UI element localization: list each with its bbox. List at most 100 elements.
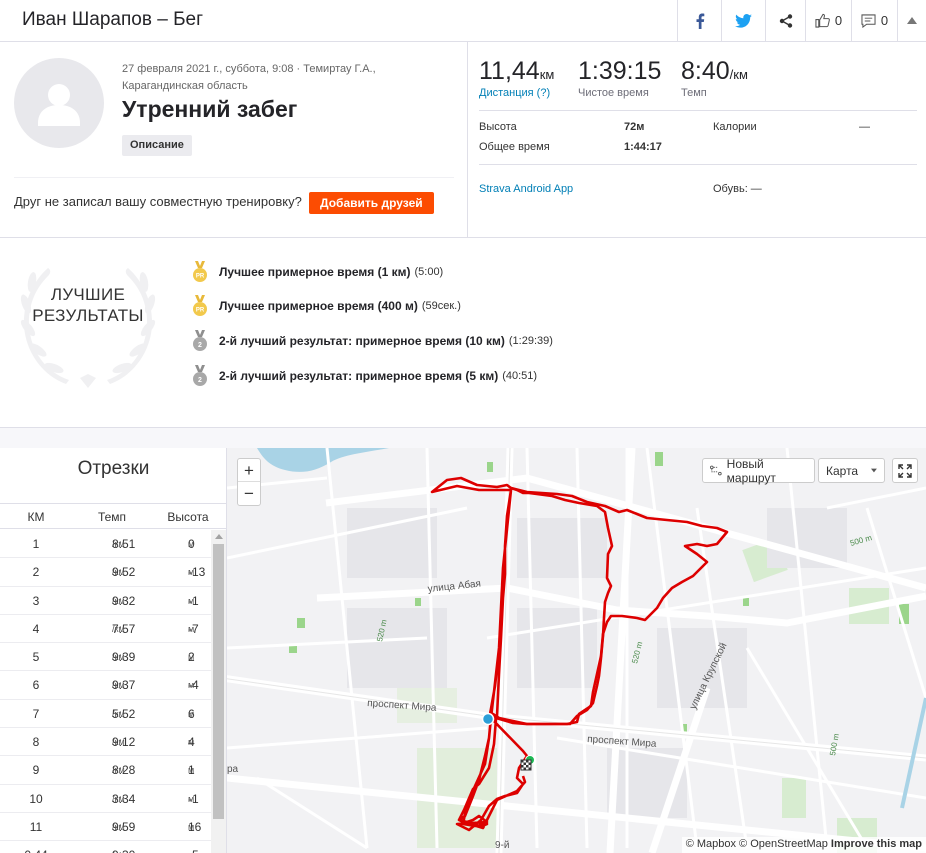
split-elev-unit: м: [188, 708, 195, 719]
split-pace-unit: /км: [112, 539, 125, 549]
split-elev-unit: м: [188, 793, 195, 804]
chevron-down-icon: [871, 468, 877, 473]
split-row[interactable]: 7 5:52 /км 6 м: [0, 700, 212, 729]
description-button[interactable]: Описание: [122, 135, 192, 156]
chevron-up-icon: [907, 17, 917, 24]
activity-summary: 27 февраля 2021 г., суббота, 9:08 · Теми…: [0, 42, 926, 238]
elevation-value: 72м: [624, 121, 645, 133]
elevation-label: Высота: [479, 121, 517, 133]
split-row[interactable]: 3 9:32 /км -1 м: [0, 587, 212, 615]
split-pace-unit: /км: [112, 652, 125, 663]
split-row[interactable]: 8 9:12 /км 4 м: [0, 728, 212, 757]
improve-map-link[interactable]: Improve this map: [831, 838, 922, 850]
split-row[interactable]: 1 8:51 /км 0 м: [0, 530, 212, 559]
device-link[interactable]: Strava Android App: [479, 183, 573, 195]
split-elev-unit: м: [188, 539, 195, 549]
silver-medal-icon: 2: [193, 365, 207, 386]
split-pace-unit: /км: [112, 680, 125, 691]
thumbs-up-icon: [815, 13, 830, 28]
pace-unit: /км: [729, 67, 748, 82]
split-pace-unit: /км: [112, 708, 125, 719]
stats-divider: [479, 164, 917, 165]
split-elev-unit: м: [188, 737, 195, 748]
kudos-button[interactable]: 0: [805, 0, 851, 41]
collapse-button[interactable]: [897, 0, 926, 41]
split-pace-unit: /км: [112, 567, 125, 578]
split-pace-unit: /км: [112, 821, 125, 832]
split-km: 1: [32, 537, 40, 551]
splits-header-pace: Темп: [97, 510, 127, 524]
add-friends-button[interactable]: Добавить друзей: [309, 192, 434, 214]
split-pace-unit: /км: [112, 623, 125, 634]
achievement-item[interactable]: 2 2-й лучший результат: примерное время …: [191, 330, 553, 352]
achievement-item[interactable]: PR Лучшее примерное время (1 км) (5:00): [191, 261, 443, 283]
attribution-text[interactable]: © Mapbox © OpenStreetMap: [686, 838, 828, 850]
split-elev-unit: м: [188, 623, 195, 634]
split-row[interactable]: 9 8:28 /км 1 м: [0, 756, 212, 785]
kudos-count: 0: [834, 13, 843, 28]
zoom-in-button[interactable]: +: [238, 459, 260, 482]
splits-table: 1 8:51 /км 0 м 2 9:52 /км -13 м 3 9:32 /км -1 м4…: [0, 530, 212, 853]
pace-label: Темп: [681, 87, 707, 99]
split-row[interactable]: 5 9:39 /км 2 м: [0, 643, 212, 672]
split-km: 2: [32, 565, 40, 580]
split-km: 4: [32, 621, 40, 636]
achievement-time: (5:00): [414, 266, 444, 278]
route-icon: [710, 465, 722, 476]
stats-divider: [479, 110, 917, 111]
page-header: Иван Шарапов – Бег 0 0: [0, 0, 926, 42]
achievement-item[interactable]: PR Лучшее примерное время (400 м) (59сек…: [191, 295, 461, 317]
twitter-icon: [735, 13, 752, 28]
twitter-share-button[interactable]: [721, 0, 765, 41]
achievement-label: 2-й лучший результат: примерное время (5…: [219, 369, 499, 383]
split-elev-unit: м: [188, 652, 195, 663]
facebook-share-button[interactable]: [677, 0, 721, 41]
split-row[interactable]: 4 7:57 /км -7 м: [0, 615, 212, 644]
map-type-dropdown[interactable]: Карта: [818, 458, 885, 483]
new-route-label: Новый маршрут: [726, 456, 776, 485]
split-row[interactable]: 0,449:30 /км-5 м: [0, 841, 212, 853]
scroll-thumb[interactable]: [213, 544, 224, 819]
svg-text:PR: PR: [196, 308, 205, 314]
distance-unit: км: [539, 67, 555, 82]
split-row[interactable]: 6 9:37 /км -4 м: [0, 671, 212, 700]
map-attribution: © Mapbox © OpenStreetMap Improve this ma…: [681, 837, 926, 853]
split-km: 5: [32, 650, 40, 665]
svg-text:2: 2: [198, 377, 202, 384]
elapsed-time-label: Общее время: [479, 141, 550, 153]
map-canvas[interactable]: улица Абая проспект Мира проспект Мира у…: [227, 448, 926, 853]
achievement-label: Лучшее примерное время (400 м): [219, 299, 418, 313]
pr-medal-icon: PR: [193, 261, 207, 282]
achievement-item[interactable]: 2 2-й лучший результат: примерное время …: [191, 365, 537, 387]
scroll-up-arrow-icon[interactable]: [215, 534, 223, 539]
split-pace-unit: /км: [112, 765, 125, 776]
silver-medal-icon: 2: [193, 330, 207, 351]
route-start-marker[interactable]: [481, 712, 495, 726]
split-row[interactable]: 2 9:52 /км -13 м: [0, 558, 212, 587]
share-button[interactable]: [765, 0, 805, 41]
split-elev-unit: м: [188, 680, 195, 691]
route-finish-marker[interactable]: [520, 755, 535, 771]
street-label: ра: [227, 764, 239, 775]
zoom-out-button[interactable]: −: [238, 482, 260, 505]
new-route-button[interactable]: Новый маршрут: [702, 456, 815, 485]
calories-value: —: [859, 121, 870, 133]
activity-stats: 11,44км Дистанция (?) 1:39:15 Чистое вре…: [469, 42, 926, 238]
splits-scrollbar[interactable]: [211, 530, 226, 853]
distance-label[interactable]: Дистанция (?): [479, 87, 554, 99]
achievement-time: (59сек.): [421, 300, 461, 312]
stat-pace: 8:40/км Темп: [681, 57, 748, 99]
split-row[interactable]: 10 3:34 /км -1 м: [0, 785, 212, 813]
split-row[interactable]: 11 9:59 /км 16 м: [0, 813, 212, 842]
user-placeholder-icon: [38, 84, 80, 126]
split-km: 7: [32, 706, 40, 721]
map-type-label: Карта: [826, 463, 859, 478]
distance-marker: 520 m: [630, 640, 644, 664]
fullscreen-button[interactable]: [892, 458, 918, 483]
activity-date-location: 27 февраля 2021 г., суббота, 9:08 · Теми…: [122, 63, 376, 92]
route-map[interactable]: улица Абая проспект Мира проспект Мира у…: [227, 448, 926, 853]
avatar[interactable]: [14, 58, 104, 148]
page-title: Иван Шарапов – Бег: [22, 9, 204, 30]
comments-button[interactable]: 0: [851, 0, 897, 41]
svg-text:PR: PR: [196, 274, 205, 280]
